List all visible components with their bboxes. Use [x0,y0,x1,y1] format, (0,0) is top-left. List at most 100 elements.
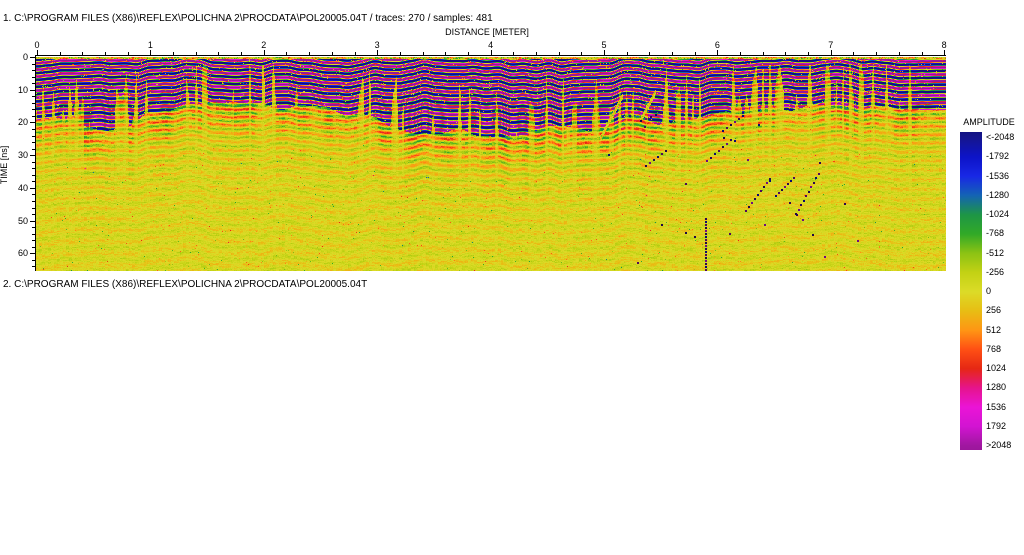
y-minor-tick [32,115,35,117]
x-tick-label: 8 [941,40,947,50]
y-minor-tick [32,142,35,144]
colorbar-tick-label: 0 [986,286,992,296]
y-minor-tick [32,181,35,183]
reflexw-plot-window: 1. C:\PROGRAM FILES (X86)\REFLEX\POLICHN… [0,0,1024,555]
x-major-tick [604,50,605,55]
y-minor-tick [32,246,35,248]
x-minor-tick [445,52,447,55]
y-minor-tick [32,135,35,137]
x-minor-tick [921,52,923,55]
y-minor-tick [32,259,35,261]
x-minor-tick [513,52,515,55]
x-minor-tick [785,52,787,55]
colorbar-tick-label: 768 [986,343,1002,354]
x-minor-tick [581,52,583,55]
x-tick-label: 2 [261,40,267,50]
x-minor-tick [82,52,84,55]
y-minor-tick [32,76,35,78]
colorbar-tick-label: -1792 [986,151,1010,162]
y-tick-label: 0 [22,52,28,62]
x-minor-tick [649,52,651,55]
y-minor-tick [32,161,35,163]
colorbar-tick-label: -1024 [986,209,1010,219]
colorbar-tick-label: 1792 [986,420,1007,431]
x-minor-tick [173,52,175,55]
x-minor-tick [898,52,900,55]
y-major-tick [30,122,35,124]
profile-1-title: 1. C:\PROGRAM FILES (X86)\REFLEX\POLICHN… [3,13,493,24]
y-tick-label: 50 [17,215,28,226]
y-minor-tick [32,128,35,130]
colorbar-tick-label: 1280 [986,382,1007,393]
y-minor-tick [32,214,35,216]
colorbar-tick-label: -1280 [986,189,1010,200]
y-minor-tick [32,96,35,98]
x-minor-tick [59,52,61,55]
colorbar-title: AMPLITUDE [963,117,1015,127]
x-major-tick [263,50,265,55]
y-major-tick [30,89,35,91]
y-minor-tick [32,148,35,150]
colorbar-tick-label: >2048 [986,440,1012,450]
x-minor-tick [127,52,129,55]
x-axis-title: DISTANCE [METER] [445,27,529,37]
profile-2-title: 2. C:\PROGRAM FILES (X86)\REFLEX\POLICHN… [3,279,368,290]
y-minor-tick [32,200,35,202]
x-minor-tick [354,52,356,55]
x-major-tick [377,50,379,55]
x-minor-tick [558,52,560,55]
x-minor-tick [218,52,220,55]
colorbar-tick-label: -256 [986,266,1005,277]
x-tick-label: 7 [828,40,834,50]
x-minor-tick [876,52,878,55]
colorbar [960,132,982,450]
y-minor-tick [32,63,35,65]
colorbar-tick-label: 1536 [986,401,1007,412]
x-tick-label: 1 [147,40,153,50]
x-tick-label: 5 [601,40,607,50]
colorbar-tick-label: -512 [986,247,1005,258]
x-minor-tick [105,52,107,55]
y-major-tick [30,187,35,189]
x-minor-tick [467,52,469,55]
y-minor-tick [32,240,35,242]
y-minor-tick [32,102,35,104]
x-minor-tick [626,52,628,55]
x-tick-label: 3 [374,40,380,50]
x-minor-tick [286,52,288,55]
x-minor-tick [422,52,424,55]
x-major-tick [37,50,38,55]
y-minor-tick [32,70,35,72]
x-minor-tick [853,52,855,55]
x-major-tick [150,50,152,55]
y-minor-tick [32,227,35,229]
y-minor-tick [32,194,35,196]
y-major-tick [30,155,35,157]
y-tick-label: 60 [17,248,28,259]
colorbar-tick-label: -768 [986,228,1005,239]
y-tick-label: 30 [17,150,28,161]
y-minor-tick [32,83,35,85]
x-major-tick [944,50,946,55]
radargram-canvas[interactable] [36,57,946,271]
colorbar-tick-label: -1536 [986,170,1010,181]
x-major-tick [830,50,832,55]
colorbar-tick-label: <-2048 [986,132,1015,142]
x-axis-line [35,55,946,56]
y-minor-tick [32,174,35,176]
colorbar-tick-label: 1024 [986,363,1007,373]
colorbar-tick-label: 256 [986,305,1002,316]
y-minor-tick [32,207,35,209]
y-minor-tick [32,109,35,111]
y-major-tick [30,220,35,222]
y-major-tick [30,253,35,255]
x-minor-tick [740,52,742,55]
x-tick-label: 4 [488,40,494,50]
x-tick-label: 0 [34,40,40,50]
y-minor-tick [32,168,35,170]
y-major-tick [30,57,35,58]
y-tick-label: 40 [17,182,28,193]
x-tick-label: 6 [714,40,720,50]
x-major-tick [717,50,719,55]
x-minor-tick [195,52,197,55]
